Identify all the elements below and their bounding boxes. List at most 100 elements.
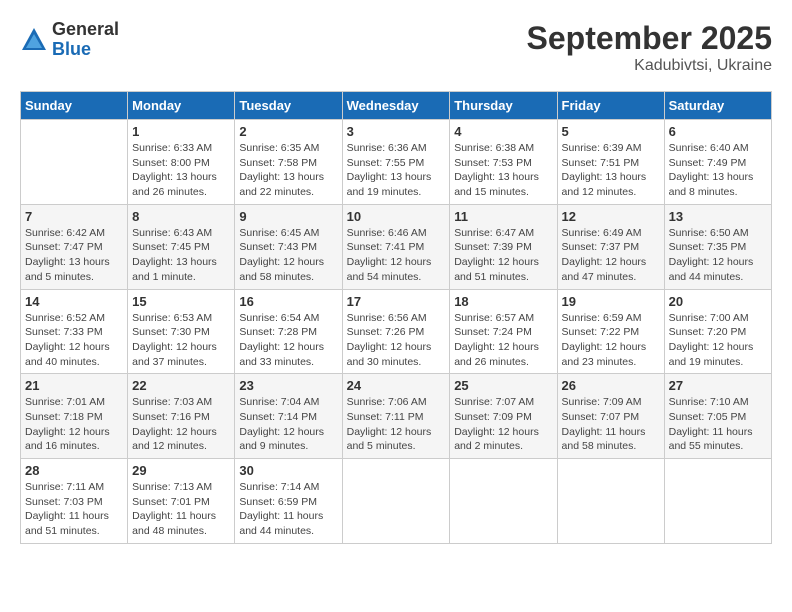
day-number: 22 — [132, 378, 230, 393]
day-info: Sunrise: 6:45 AMSunset: 7:43 PMDaylight:… — [239, 226, 337, 285]
day-info: Sunrise: 6:50 AMSunset: 7:35 PMDaylight:… — [669, 226, 767, 285]
day-cell: 25 Sunrise: 7:07 AMSunset: 7:09 PMDayligh… — [450, 374, 557, 459]
day-number: 6 — [669, 124, 767, 139]
day-number: 21 — [25, 378, 123, 393]
day-number: 2 — [239, 124, 337, 139]
day-number: 15 — [132, 294, 230, 309]
day-number: 27 — [669, 378, 767, 393]
logo: General Blue — [20, 20, 119, 60]
day-cell: 23Sunrise: 7:04 AMSunset: 7:14 PMDayligh… — [235, 374, 342, 459]
week-row-3: 14 Sunrise: 6:52 AMSunset: 7:33 PMDayligh… — [21, 289, 772, 374]
day-number: 11 — [454, 209, 552, 224]
day-number: 24 — [347, 378, 446, 393]
day-number: 29 — [132, 463, 230, 478]
logo-icon — [20, 26, 48, 54]
day-number: 12 — [562, 209, 660, 224]
day-number: 4 — [454, 124, 552, 139]
day-cell: 13 Sunrise: 6:50 AMSunset: 7:35 PMDayligh… — [664, 204, 771, 289]
weekday-header-wednesday: Wednesday — [342, 92, 450, 120]
weekday-header-tuesday: Tuesday — [235, 92, 342, 120]
week-row-2: 7 Sunrise: 6:42 AMSunset: 7:47 PMDaylight… — [21, 204, 772, 289]
day-cell: 20Sunrise: 7:00 AMSunset: 7:20 PMDayligh… — [664, 289, 771, 374]
day-info: Sunrise: 6:43 AMSunset: 7:45 PMDaylight:… — [132, 226, 230, 285]
day-number: 14 — [25, 294, 123, 309]
day-cell: 30 Sunrise: 7:14 AMSunset: 6:59 PMDayligh… — [235, 459, 342, 544]
day-number: 30 — [239, 463, 337, 478]
weekday-header-saturday: Saturday — [664, 92, 771, 120]
day-cell: 24Sunrise: 7:06 AMSunset: 7:11 PMDayligh… — [342, 374, 450, 459]
day-cell — [557, 459, 664, 544]
day-info: Sunrise: 7:14 AMSunset: 6:59 PMDaylight:… — [239, 480, 337, 539]
day-cell: 2Sunrise: 6:35 AMSunset: 7:58 PMDaylight… — [235, 120, 342, 205]
day-info: Sunrise: 7:09 AMSunset: 7:07 PMDaylight:… — [562, 395, 660, 454]
day-info: Sunrise: 7:07 AMSunset: 7:09 PMDaylight:… — [454, 395, 552, 454]
day-cell: 18 Sunrise: 6:57 AMSunset: 7:24 PMDayligh… — [450, 289, 557, 374]
day-cell: 5 Sunrise: 6:39 AMSunset: 7:51 PMDaylight… — [557, 120, 664, 205]
day-number: 13 — [669, 209, 767, 224]
month-title: September 2025 — [527, 20, 772, 57]
day-number: 19 — [562, 294, 660, 309]
day-info: Sunrise: 6:42 AMSunset: 7:47 PMDaylight:… — [25, 226, 123, 285]
day-info: Sunrise: 7:13 AMSunset: 7:01 PMDaylight:… — [132, 480, 230, 539]
day-info: Sunrise: 6:57 AMSunset: 7:24 PMDaylight:… — [454, 311, 552, 370]
weekday-header-row: SundayMondayTuesdayWednesdayThursdayFrid… — [21, 92, 772, 120]
logo-blue: Blue — [52, 40, 119, 60]
logo-text: General Blue — [52, 20, 119, 60]
day-info: Sunrise: 6:56 AMSunset: 7:26 PMDaylight:… — [347, 311, 446, 370]
day-number: 1 — [132, 124, 230, 139]
day-cell: 10 Sunrise: 6:46 AMSunset: 7:41 PMDayligh… — [342, 204, 450, 289]
day-cell: 11Sunrise: 6:47 AMSunset: 7:39 PMDayligh… — [450, 204, 557, 289]
weekday-header-thursday: Thursday — [450, 92, 557, 120]
day-number: 10 — [347, 209, 446, 224]
week-row-5: 28Sunrise: 7:11 AMSunset: 7:03 PMDayligh… — [21, 459, 772, 544]
day-cell: 21Sunrise: 7:01 AMSunset: 7:18 PMDayligh… — [21, 374, 128, 459]
day-cell: 19 Sunrise: 6:59 AMSunset: 7:22 PMDayligh… — [557, 289, 664, 374]
day-cell — [450, 459, 557, 544]
day-number: 3 — [347, 124, 446, 139]
day-number: 26 — [562, 378, 660, 393]
day-info: Sunrise: 7:00 AMSunset: 7:20 PMDaylight:… — [669, 311, 767, 370]
day-cell: 6 Sunrise: 6:40 AMSunset: 7:49 PMDaylight… — [664, 120, 771, 205]
day-cell: 12 Sunrise: 6:49 AMSunset: 7:37 PMDayligh… — [557, 204, 664, 289]
day-info: Sunrise: 6:46 AMSunset: 7:41 PMDaylight:… — [347, 226, 446, 285]
day-cell: 9Sunrise: 6:45 AMSunset: 7:43 PMDaylight… — [235, 204, 342, 289]
day-info: Sunrise: 7:11 AMSunset: 7:03 PMDaylight:… — [25, 480, 123, 539]
day-info: Sunrise: 6:54 AMSunset: 7:28 PMDaylight:… — [239, 311, 337, 370]
day-cell: 28Sunrise: 7:11 AMSunset: 7:03 PMDayligh… — [21, 459, 128, 544]
day-info: Sunrise: 7:10 AMSunset: 7:05 PMDaylight:… — [669, 395, 767, 454]
weekday-header-sunday: Sunday — [21, 92, 128, 120]
day-cell: 3 Sunrise: 6:36 AMSunset: 7:55 PMDaylight… — [342, 120, 450, 205]
day-info: Sunrise: 6:33 AMSunset: 8:00 PMDaylight:… — [132, 141, 230, 200]
day-cell — [664, 459, 771, 544]
day-info: Sunrise: 6:53 AMSunset: 7:30 PMDaylight:… — [132, 311, 230, 370]
day-info: Sunrise: 6:40 AMSunset: 7:49 PMDaylight:… — [669, 141, 767, 200]
day-info: Sunrise: 6:52 AMSunset: 7:33 PMDaylight:… — [25, 311, 123, 370]
day-cell: 29 Sunrise: 7:13 AMSunset: 7:01 PMDayligh… — [128, 459, 235, 544]
page-header: General Blue September 2025 Kadubivtsi, … — [20, 20, 772, 75]
day-cell: 14 Sunrise: 6:52 AMSunset: 7:33 PMDayligh… — [21, 289, 128, 374]
day-cell: 15 Sunrise: 6:53 AMSunset: 7:30 PMDayligh… — [128, 289, 235, 374]
day-info: Sunrise: 6:38 AMSunset: 7:53 PMDaylight:… — [454, 141, 552, 200]
month-title-area: September 2025 Kadubivtsi, Ukraine — [527, 20, 772, 75]
day-number: 18 — [454, 294, 552, 309]
day-info: Sunrise: 7:03 AMSunset: 7:16 PMDaylight:… — [132, 395, 230, 454]
day-number: 7 — [25, 209, 123, 224]
day-info: Sunrise: 6:59 AMSunset: 7:22 PMDaylight:… — [562, 311, 660, 370]
day-number: 25 — [454, 378, 552, 393]
day-info: Sunrise: 7:04 AMSunset: 7:14 PMDaylight:… — [239, 395, 337, 454]
day-cell: 8Sunrise: 6:43 AMSunset: 7:45 PMDaylight… — [128, 204, 235, 289]
day-cell: 16 Sunrise: 6:54 AMSunset: 7:28 PMDayligh… — [235, 289, 342, 374]
week-row-1: 1 Sunrise: 6:33 AMSunset: 8:00 PMDaylight… — [21, 120, 772, 205]
day-number: 16 — [239, 294, 337, 309]
day-info: Sunrise: 6:36 AMSunset: 7:55 PMDaylight:… — [347, 141, 446, 200]
day-cell: 22 Sunrise: 7:03 AMSunset: 7:16 PMDayligh… — [128, 374, 235, 459]
day-info: Sunrise: 6:39 AMSunset: 7:51 PMDaylight:… — [562, 141, 660, 200]
day-info: Sunrise: 6:49 AMSunset: 7:37 PMDaylight:… — [562, 226, 660, 285]
day-cell: 4 Sunrise: 6:38 AMSunset: 7:53 PMDaylight… — [450, 120, 557, 205]
day-number: 5 — [562, 124, 660, 139]
day-cell — [21, 120, 128, 205]
logo-general: General — [52, 20, 119, 40]
day-cell: 27 Sunrise: 7:10 AMSunset: 7:05 PMDayligh… — [664, 374, 771, 459]
day-cell — [342, 459, 450, 544]
day-cell: 26 Sunrise: 7:09 AMSunset: 7:07 PMDayligh… — [557, 374, 664, 459]
